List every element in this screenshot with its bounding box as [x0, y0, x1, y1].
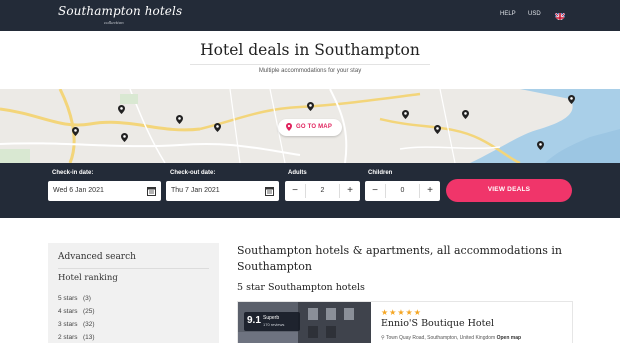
hotel-address: ⚲ Town Quay Road, Southampton, United Ki…	[381, 335, 521, 341]
map-marker-icon[interactable]	[118, 105, 125, 114]
hotel-photo[interactable]: 9.1 Superb 170 reviews	[238, 302, 371, 343]
calendar-icon[interactable]	[147, 186, 156, 196]
page-subtitle: Multiple accommodations for your stay	[258, 68, 362, 74]
ranking-option-label: 3 stars	[58, 321, 78, 328]
adults-value[interactable]: 2	[305, 181, 340, 201]
top-navigation-bar: Southampton hotels collection HELP USD	[0, 0, 620, 31]
ranking-option[interactable]: 3 stars (32)	[58, 321, 95, 328]
advanced-search-title: Advanced search	[58, 252, 136, 262]
review-score-word: Superb	[263, 315, 280, 321]
ranking-option[interactable]: 2 stars (13)	[58, 334, 95, 341]
checkin-label: Check-in date:	[52, 170, 94, 176]
listing-heading: Southampton hotels & apartments, all acc…	[237, 244, 562, 273]
adults-stepper[interactable]: − 2 +	[285, 181, 360, 201]
checkin-value: Wed 6 Jan 2021	[53, 187, 104, 194]
map-marker-icon[interactable]	[462, 110, 469, 119]
map-marker-icon[interactable]	[402, 110, 409, 119]
uk-flag-icon[interactable]	[555, 10, 565, 20]
children-value[interactable]: 0	[385, 181, 420, 201]
map-marker-icon[interactable]	[307, 102, 314, 111]
review-score: 9.1	[247, 315, 261, 326]
ranking-option-label: 2 stars	[58, 334, 78, 341]
children-label: Children	[368, 170, 393, 176]
ranking-option-label: 5 stars	[58, 295, 78, 302]
currency-selector[interactable]: USD	[528, 11, 541, 17]
hotel-address-text: Town Quay Road, Southampton, United King…	[385, 335, 496, 341]
page-title: Hotel deals in Southampton	[200, 41, 420, 59]
adults-increment-button[interactable]: +	[340, 181, 360, 201]
children-stepper[interactable]: − 0 +	[365, 181, 440, 201]
adults-label: Adults	[288, 170, 307, 176]
adults-decrement-button[interactable]: −	[285, 181, 305, 201]
hotel-name-link[interactable]: Ennio'S Boutique Hotel	[381, 318, 494, 329]
help-link[interactable]: HELP	[500, 11, 516, 17]
go-to-map-label: GO TO MAP	[296, 124, 333, 130]
site-logo[interactable]: Southampton hotels	[58, 4, 182, 18]
advanced-search-panel: Advanced search Hotel ranking 5 stars (3…	[48, 243, 219, 343]
children-decrement-button[interactable]: −	[365, 181, 385, 201]
map-marker-icon[interactable]	[568, 95, 575, 104]
checkout-field[interactable]: Thu 7 Jan 2021	[166, 181, 279, 201]
ranking-option-count: (13)	[83, 334, 95, 341]
location-icon: ⚲	[381, 335, 385, 341]
checkout-value: Thu 7 Jan 2021	[171, 187, 220, 194]
view-deals-label: VIEW DEALS	[487, 186, 531, 193]
section-heading: 5 star Southampton hotels	[237, 282, 365, 293]
map-marker-icon[interactable]	[214, 123, 221, 132]
checkout-label: Check-out date:	[170, 170, 216, 176]
map-marker-icon[interactable]	[72, 127, 79, 136]
ranking-option[interactable]: 5 stars (3)	[58, 295, 91, 302]
ranking-option-label: 4 stars	[58, 308, 78, 315]
ranking-option[interactable]: 4 stars (25)	[58, 308, 95, 315]
map-marker-icon[interactable]	[537, 141, 544, 150]
ranking-option-count: (25)	[83, 308, 95, 315]
map-marker-icon[interactable]	[434, 125, 441, 134]
view-deals-button[interactable]: VIEW DEALS	[446, 179, 572, 202]
map-pin-icon	[286, 123, 292, 131]
title-divider	[190, 64, 430, 65]
review-count: 170 reviews	[263, 322, 285, 327]
site-logo-tagline: collection	[104, 20, 124, 25]
open-map-link[interactable]: Open map	[497, 335, 521, 341]
ranking-option-count: (3)	[83, 295, 91, 302]
panel-divider	[58, 268, 209, 269]
star-rating: ★★★★★	[381, 308, 422, 317]
ranking-option-count: (32)	[83, 321, 95, 328]
calendar-icon[interactable]	[265, 186, 274, 196]
review-score-badge: 9.1 Superb 170 reviews	[244, 312, 300, 331]
map-marker-icon[interactable]	[121, 133, 128, 142]
map-marker-icon[interactable]	[176, 115, 183, 124]
go-to-map-button[interactable]: GO TO MAP	[278, 119, 342, 136]
children-increment-button[interactable]: +	[420, 181, 440, 201]
checkin-field[interactable]: Wed 6 Jan 2021	[48, 181, 161, 201]
hotel-ranking-title: Hotel ranking	[58, 273, 118, 283]
